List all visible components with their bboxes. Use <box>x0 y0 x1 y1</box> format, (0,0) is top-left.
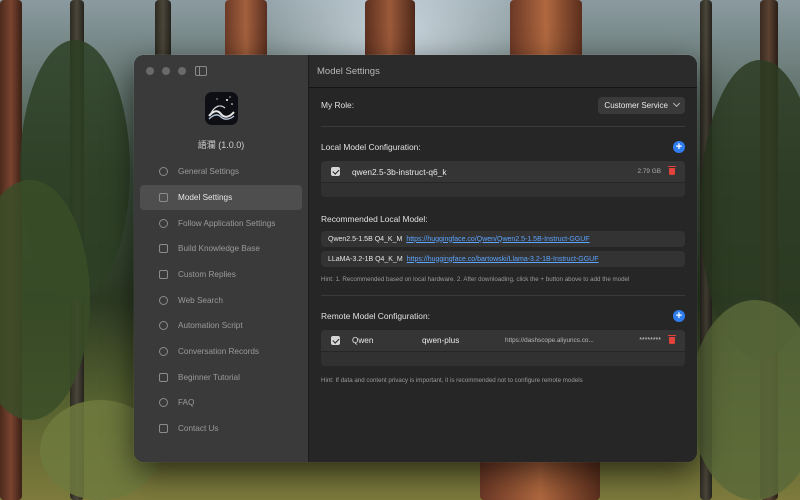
chip-icon <box>159 192 168 202</box>
local-model-name: qwen2.5-3b-instruct-q6_k <box>352 166 447 177</box>
sidebar-item-custom-replies[interactable]: Custom Replies <box>140 262 302 287</box>
sidebar-item-faq[interactable]: FAQ <box>140 390 302 415</box>
recommended-model-link[interactable]: https://huggingface.co/Qwen/Qwen2.5-1.5B… <box>406 236 589 243</box>
settings-content: My Role: Customer Service Local Model Co… <box>321 95 685 384</box>
remote-model-card: Qwen qwen-plus https://dashscope.aliyunc… <box>321 330 685 366</box>
sidebar-item-model-settings[interactable]: Model Settings <box>140 184 302 210</box>
page-title: Model Settings <box>309 55 697 88</box>
sidebar-item-label: Build Knowledge Base <box>178 244 260 254</box>
trash-icon[interactable] <box>668 166 676 175</box>
remote-hint: Hint: If data and content privacy is imp… <box>321 377 583 384</box>
sidebar-item-build-knowledge-base[interactable]: Build Knowledge Base <box>140 236 302 261</box>
sidebar-item-conversation-records[interactable]: Conversation Records <box>140 339 302 364</box>
remote-model-header: Remote Model Configuration: + <box>321 309 685 323</box>
sidebar-item-label: Beginner Tutorial <box>178 372 240 382</box>
globe-icon <box>159 295 168 305</box>
local-model-checkbox[interactable] <box>331 167 340 176</box>
sidebar: 語瀾 (1.0.0) General Settings Model Settin… <box>134 55 309 462</box>
main-panel: Model Settings My Role: Customer Service… <box>309 55 697 462</box>
sidebar-item-label: General Settings <box>178 167 239 177</box>
sidebar-item-label: Automation Script <box>178 321 243 331</box>
chevron-down-icon <box>672 99 681 108</box>
refresh-icon <box>159 218 168 228</box>
sidebar-item-beginner-tutorial[interactable]: Beginner Tutorial <box>140 365 302 390</box>
recommended-model-row: LLaMA-3.2-1B Q4_K_M https://huggingface.… <box>321 251 685 267</box>
recommended-model-name: LLaMA-3.2-1B Q4_K_M <box>328 255 403 263</box>
sidebar-item-general-settings[interactable]: General Settings <box>140 159 302 184</box>
remote-model-row: Qwen qwen-plus https://dashscope.aliyunc… <box>321 330 685 352</box>
local-model-size: 2.79 GB <box>637 168 661 175</box>
sidebar-item-web-search[interactable]: Web Search <box>140 287 302 312</box>
zoom-button[interactable] <box>178 67 186 75</box>
gear-icon <box>159 167 168 177</box>
sidebar-item-label: Contact Us <box>178 424 219 434</box>
remote-api-key: ******** <box>639 337 661 344</box>
role-row: My Role: Customer Service <box>321 95 685 115</box>
trash-icon[interactable] <box>668 335 676 344</box>
role-label: My Role: <box>321 100 355 110</box>
window-controls <box>146 67 186 75</box>
close-button[interactable] <box>146 67 154 75</box>
book-icon <box>159 244 168 254</box>
role-select[interactable]: Customer Service <box>598 96 685 114</box>
remote-model-checkbox[interactable] <box>331 336 340 345</box>
recommended-model-row: Qwen2.5-1.5B Q4_K_M https://huggingface.… <box>321 231 685 247</box>
add-local-model-button[interactable]: + <box>673 141 685 153</box>
script-icon <box>159 321 168 331</box>
remote-provider-name: Qwen <box>352 336 374 345</box>
local-model-row: qwen2.5-3b-instruct-q6_k 2.79 GB <box>321 161 685 183</box>
remote-model-url: https://dashscope.aliyuncs.co... <box>505 337 594 344</box>
divider <box>321 126 685 127</box>
question-icon <box>159 398 168 408</box>
sidebar-toggle-icon[interactable] <box>195 66 207 76</box>
add-remote-model-button[interactable]: + <box>673 310 685 322</box>
sidebar-item-label: FAQ <box>178 398 195 408</box>
recommended-model-name: Qwen2.5-1.5B Q4_K_M <box>328 235 403 243</box>
recommended-hint: Hint: 1. Recommended based on local hard… <box>321 276 630 283</box>
sidebar-item-follow-application-settings[interactable]: Follow Application Settings <box>140 210 302 235</box>
sidebar-item-label: Model Settings <box>178 192 233 202</box>
role-select-value: Customer Service <box>604 100 668 110</box>
recommended-model-link[interactable]: https://huggingface.co/bartowski/Llama-3… <box>407 256 599 263</box>
local-model-header: Local Model Configuration: + <box>321 140 685 154</box>
remote-model-card-footer <box>321 352 685 366</box>
local-model-card-footer <box>321 183 685 197</box>
remote-model-name: qwen-plus <box>422 336 460 345</box>
reply-icon <box>159 269 168 279</box>
sidebar-item-label: Custom Replies <box>178 269 236 279</box>
chat-icon <box>159 346 168 356</box>
recommended-label: Recommended Local Model: <box>321 214 428 224</box>
local-model-label: Local Model Configuration: <box>321 142 421 152</box>
minimize-button[interactable] <box>162 67 170 75</box>
sidebar-nav: General Settings Model Settings Follow A… <box>140 159 302 442</box>
divider <box>321 295 685 296</box>
local-model-card: qwen2.5-3b-instruct-q6_k 2.79 GB <box>321 161 685 197</box>
tutorial-icon <box>159 372 168 382</box>
sidebar-item-automation-script[interactable]: Automation Script <box>140 313 302 338</box>
wave-logo-icon <box>208 96 235 120</box>
sidebar-item-label: Conversation Records <box>178 346 260 356</box>
mail-icon <box>159 424 168 434</box>
app-title: 語瀾 (1.0.0) <box>197 140 245 150</box>
remote-model-label: Remote Model Configuration: <box>321 311 430 321</box>
app-logo <box>205 92 238 125</box>
sidebar-item-label: Follow Application Settings <box>178 218 276 228</box>
sidebar-item-label: Web Search <box>178 295 223 305</box>
app-window: 語瀾 (1.0.0) General Settings Model Settin… <box>134 55 697 462</box>
sidebar-item-contact-us[interactable]: Contact Us <box>140 416 302 441</box>
